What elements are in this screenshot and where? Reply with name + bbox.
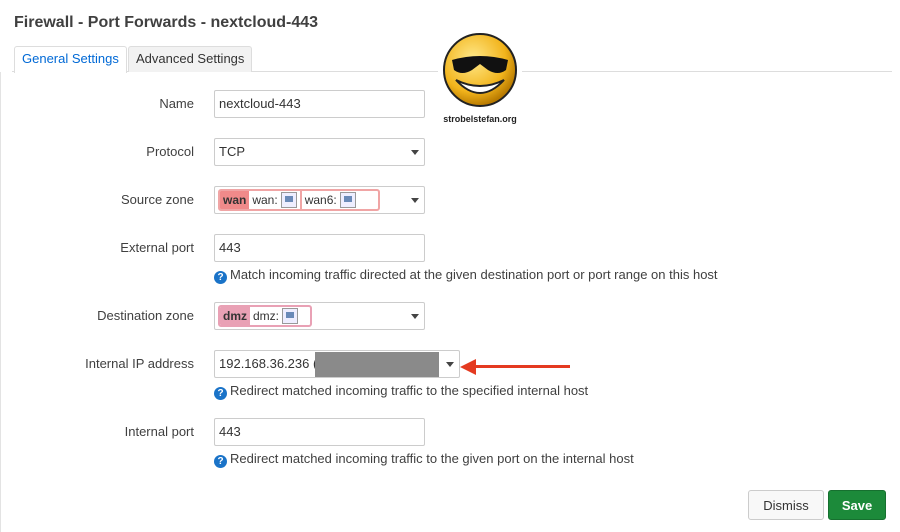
arrow-line	[474, 365, 570, 368]
dismiss-button[interactable]: Dismiss	[748, 490, 824, 520]
name-input[interactable]: nextcloud-443	[214, 90, 425, 118]
destination-zone-select[interactable]: dmz dmz:	[214, 302, 425, 330]
zone-sub-wan6: wan6:	[299, 191, 359, 209]
tab-general-settings[interactable]: General Settings	[14, 46, 127, 73]
name-label: Name	[159, 96, 194, 111]
chevron-down-icon	[411, 150, 419, 155]
redacted-area	[315, 352, 439, 377]
logo-caption: strobelstefan.org	[443, 114, 517, 124]
dialog-title: Firewall - Port Forwards - nextcloud-443	[14, 14, 319, 31]
external-port-input[interactable]: 443	[214, 234, 425, 262]
internal-ip-value: 192.168.36.236 (	[219, 356, 318, 371]
external-port-help: ? Match incoming traffic directed at the …	[214, 267, 718, 284]
chevron-down-icon	[446, 362, 454, 367]
zone-tag-wan: wan	[220, 191, 250, 209]
external-port-label: External port	[120, 240, 194, 255]
network-icon	[339, 192, 356, 208]
internal-port-label: Internal port	[124, 424, 194, 439]
help-icon: ?	[214, 271, 227, 284]
help-icon: ?	[214, 387, 227, 400]
protocol-select[interactable]: TCP	[214, 138, 425, 166]
help-icon: ?	[214, 455, 227, 468]
zone-sub-dmz: dmz:	[250, 307, 302, 325]
internal-port-input[interactable]: 443	[214, 418, 425, 446]
chevron-down-icon	[411, 198, 419, 203]
destination-zone-badge: dmz dmz:	[218, 305, 312, 327]
internal-port-help-text: Redirect matched incoming traffic to the…	[230, 451, 634, 466]
strobelstefan-logo: strobelstefan.org	[438, 30, 522, 126]
network-icon	[282, 308, 299, 324]
source-zone-label: Source zone	[121, 192, 194, 207]
zone-sub-dmz-label: dmz:	[253, 309, 280, 323]
tab-advanced-settings[interactable]: Advanced Settings	[128, 46, 253, 72]
internal-ip-help-text: Redirect matched incoming traffic to the…	[230, 383, 589, 398]
zone-sub-wan6-label: wan6:	[304, 193, 337, 207]
destination-zone-label: Destination zone	[97, 308, 194, 323]
protocol-label: Protocol	[146, 144, 194, 159]
port-forward-dialog: Firewall - Port Forwards - nextcloud-443…	[0, 0, 900, 532]
network-icon	[280, 192, 297, 208]
chevron-down-icon	[411, 314, 419, 319]
source-zone-select[interactable]: wan wan: wan6:	[214, 186, 425, 214]
internal-ip-label: Internal IP address	[85, 356, 194, 371]
save-button[interactable]: Save	[828, 490, 886, 520]
sunglasses-smiley-icon	[443, 33, 517, 107]
external-port-help-text: Match incoming traffic directed at the g…	[230, 267, 718, 282]
zone-sub-wan-label: wan:	[252, 193, 278, 207]
internal-ip-help: ? Redirect matched incoming traffic to th…	[214, 383, 588, 400]
panel-border	[0, 72, 1, 532]
zone-tag-dmz: dmz	[220, 307, 250, 325]
internal-port-help: ? Redirect matched incoming traffic to th…	[214, 451, 634, 468]
source-zone-badge: wan wan: wan6:	[218, 189, 380, 211]
protocol-value: TCP	[219, 144, 245, 159]
zone-sub-wan: wan:	[249, 191, 300, 209]
